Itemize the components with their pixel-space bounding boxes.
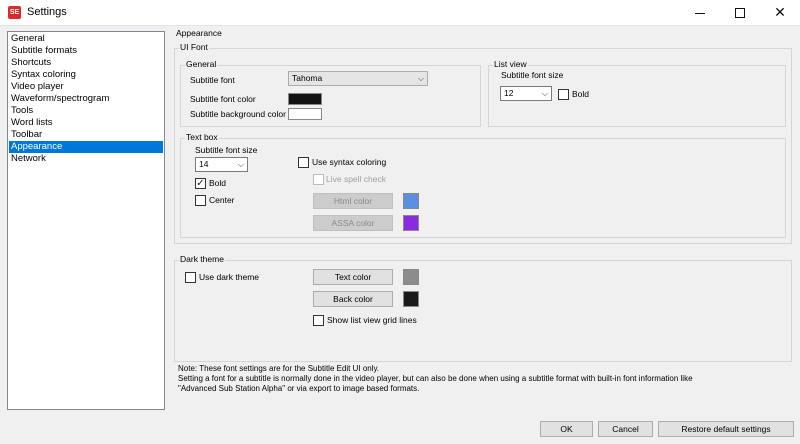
live-spell-check-label: Live spell check	[326, 174, 387, 184]
ok-button[interactable]: OK	[540, 421, 593, 437]
window-title: Settings	[27, 6, 67, 18]
subtitle-font-color-label: Subtitle font color	[190, 94, 256, 104]
dark-theme-group-title: Dark theme	[179, 254, 225, 265]
text-box-bold-label: Bold	[209, 178, 227, 188]
cancel-button[interactable]: Cancel	[598, 421, 653, 437]
html-color-swatch[interactable]	[403, 193, 419, 209]
check-icon: ✓	[196, 178, 205, 189]
dark-theme-group	[174, 260, 792, 362]
nav-item-subtitle-formats[interactable]: Subtitle formats	[9, 45, 163, 57]
text-box-center-label: Center	[209, 195, 235, 205]
subtitle-font-label: Subtitle font	[190, 75, 235, 85]
title-bar: SE Settings ✕	[0, 0, 800, 26]
text-box-font-size-dropdown[interactable]: 14 ⌵	[195, 157, 248, 172]
assa-color-swatch[interactable]	[403, 215, 419, 231]
chevron-down-icon: ⌵	[417, 74, 424, 83]
restore-default-settings-button[interactable]: Restore default settings	[658, 421, 794, 437]
nav-item-syntax-coloring[interactable]: Syntax coloring	[9, 69, 163, 81]
text-box-group-title: Text box	[185, 132, 219, 143]
nav-item-network[interactable]: Network	[9, 153, 163, 165]
note-line-3: "Advanced Sub Station Alpha" or via expo…	[178, 384, 420, 393]
note-line-1: Note: These font settings are for the Su…	[178, 364, 380, 373]
text-box-font-size-value: 14	[199, 159, 209, 169]
nav-item-general[interactable]: General	[9, 33, 163, 45]
show-grid-lines-label: Show list view grid lines	[327, 315, 417, 325]
show-grid-lines-checkbox[interactable]	[313, 315, 324, 326]
back-color-swatch[interactable]	[403, 291, 419, 307]
live-spell-check-checkbox[interactable]	[313, 174, 324, 185]
subtitle-font-value: Tahoma	[292, 73, 323, 83]
close-icon: ✕	[774, 4, 786, 20]
use-dark-theme-checkbox[interactable]	[185, 272, 196, 283]
appearance-section-title: Appearance	[176, 28, 222, 38]
subtitle-background-color-label: Subtitle background color	[190, 109, 286, 119]
html-color-button[interactable]: Html color	[313, 193, 393, 209]
subtitle-font-color-swatch[interactable]	[288, 93, 322, 105]
nav-item-waveform-spectrogram[interactable]: Waveform/spectrogram	[9, 93, 163, 105]
general-group-title: General	[185, 59, 218, 70]
back-color-button[interactable]: Back color	[313, 291, 393, 307]
nav-item-video-player[interactable]: Video player	[9, 81, 163, 93]
list-view-bold-label: Bold	[572, 89, 590, 99]
app-icon: SE	[8, 6, 21, 19]
nav-item-word-lists[interactable]: Word lists	[9, 117, 163, 129]
list-view-font-size-label: Subtitle font size	[501, 70, 564, 80]
maximize-icon	[735, 8, 745, 18]
chevron-down-icon: ⌵	[541, 89, 548, 98]
use-syntax-coloring-checkbox[interactable]	[298, 157, 309, 168]
text-box-group	[180, 138, 786, 238]
list-view-bold-checkbox[interactable]	[558, 89, 569, 100]
nav-item-shortcuts[interactable]: Shortcuts	[9, 57, 163, 69]
settings-category-list[interactable]: General Subtitle formats Shortcuts Synta…	[7, 31, 165, 410]
nav-item-tools[interactable]: Tools	[9, 105, 163, 117]
list-view-font-size-dropdown[interactable]: 12 ⌵	[500, 86, 552, 101]
note-line-2: Setting a font for a subtitle is normall…	[178, 374, 693, 383]
text-color-button[interactable]: Text color	[313, 269, 393, 285]
minimize-icon	[695, 13, 705, 14]
subtitle-font-dropdown[interactable]: Tahoma ⌵	[288, 71, 428, 86]
text-box-font-size-label: Subtitle font size	[195, 145, 258, 155]
subtitle-background-color-swatch[interactable]	[288, 108, 322, 120]
text-box-bold-checkbox[interactable]: ✓	[195, 178, 206, 189]
use-syntax-coloring-label: Use syntax coloring	[312, 157, 387, 167]
nav-item-appearance[interactable]: Appearance	[9, 141, 163, 153]
assa-color-button[interactable]: ASSA color	[313, 215, 393, 231]
nav-item-toolbar[interactable]: Toolbar	[9, 129, 163, 141]
minimize-button[interactable]	[680, 0, 720, 26]
use-dark-theme-label: Use dark theme	[199, 272, 259, 282]
list-view-group-title: List view	[493, 59, 528, 70]
text-box-center-checkbox[interactable]	[195, 195, 206, 206]
text-color-swatch[interactable]	[403, 269, 419, 285]
chevron-down-icon: ⌵	[237, 160, 244, 169]
ui-font-group-title: UI Font	[179, 42, 209, 53]
list-view-font-size-value: 12	[504, 88, 514, 98]
close-button[interactable]: ✕	[760, 0, 800, 26]
maximize-button[interactable]	[720, 0, 760, 26]
